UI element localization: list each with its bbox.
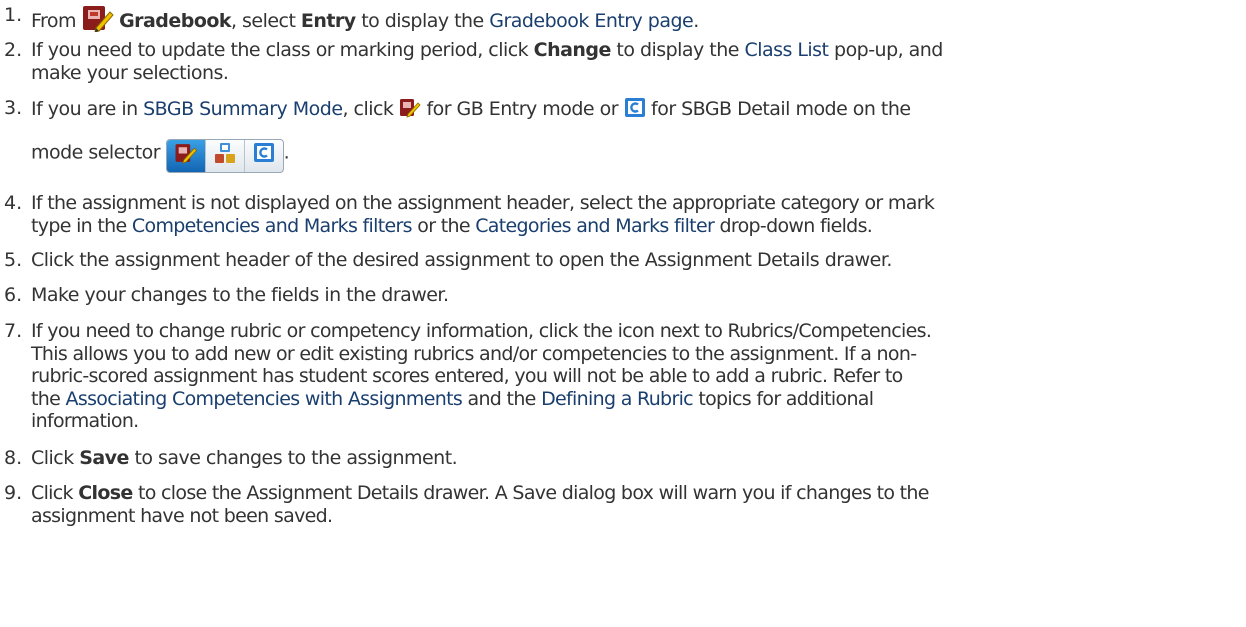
mode-selector — [165, 138, 284, 173]
step-text: If you are in — [31, 98, 138, 120]
step-5: 5. Click the assignment header of the de… — [0, 249, 1240, 272]
step-text: pop-up, and — [834, 39, 943, 61]
gb-entry-mode-icon — [174, 142, 198, 170]
step-8: 8. Click Save to save changes to the ass… — [0, 447, 1240, 470]
step-text: , select — [231, 10, 296, 32]
sbgb-detail-mode-icon — [253, 142, 275, 169]
gb-entry-mode-icon — [399, 97, 421, 118]
step-text: If the assignment is not displayed on th… — [31, 192, 935, 214]
step-text: make your selections. — [31, 61, 229, 84]
step-text: Click — [31, 447, 74, 469]
step-text: information. — [31, 410, 139, 432]
close-label: Close — [78, 482, 133, 504]
step-number: 2. — [4, 39, 23, 61]
step-text: the — [31, 387, 61, 410]
categories-and-marks-filter-link[interactable]: Categories and Marks filter — [475, 215, 715, 237]
step-text: , click — [342, 98, 394, 120]
step-text: Make your changes to the fields in the d… — [31, 284, 449, 306]
step-text: and the — [467, 387, 536, 410]
entry-label: Entry — [300, 10, 356, 32]
step-number: 6. — [4, 284, 23, 306]
defining-a-rubric-link[interactable]: Defining a Rubric — [541, 388, 694, 410]
step-text: Click — [31, 482, 74, 504]
gradebook-entry-page-link[interactable]: Gradebook Entry page — [489, 10, 693, 32]
step-text: If you need to change rubric or competen… — [31, 320, 932, 342]
sbgb-summary-mode-link[interactable]: SBGB Summary Mode — [143, 98, 343, 120]
step-text: Click the assignment header of the desir… — [31, 249, 892, 271]
step-number: 4. — [4, 192, 23, 214]
step-text: mode selector — [31, 140, 161, 163]
step-number: 8. — [4, 447, 23, 469]
step-text: to save changes to the assignment. — [134, 447, 458, 469]
step-number: 7. — [4, 320, 23, 342]
step-text: assignment have not been saved. — [31, 504, 333, 527]
step-text: type in the — [31, 214, 127, 237]
step-2: 2. If you need to update the class or ma… — [0, 39, 1240, 84]
step-6: 6. Make your changes to the fields in th… — [0, 284, 1240, 307]
step-text: This allows you to add new or edit exist… — [31, 342, 917, 365]
step-number: 9. — [4, 482, 23, 504]
step-9: 9. Click Close to close the Assignment D… — [0, 482, 1240, 527]
gb-entry-mode-button[interactable] — [166, 139, 206, 172]
change-label: Change — [533, 39, 612, 61]
step-text: rubric-scored assignment has student sco… — [31, 365, 903, 387]
step-7: 7. If you need to change rubric or compe… — [0, 320, 1240, 433]
step-text: If you need to update the class or marki… — [31, 39, 529, 61]
step-1: 1. From Gradebook, select Entry to displ… — [0, 4, 1240, 33]
step-text: or the — [417, 214, 470, 237]
step-text: From — [31, 10, 77, 32]
step-text: . — [693, 10, 699, 32]
step-text: drop-down fields. — [719, 214, 873, 237]
sbgb-summary-mode-button[interactable] — [206, 139, 245, 172]
procedure-document: 1. From Gradebook, select Entry to displ… — [0, 0, 1246, 627]
gradebook-icon — [82, 4, 114, 32]
step-3: 3. If you are in SBGB Summary Mode, clic… — [0, 97, 1240, 173]
step-number: 5. — [4, 249, 23, 271]
step-text: to close the Assignment Details drawer. … — [137, 482, 930, 504]
gradebook-label: Gradebook — [119, 10, 231, 32]
step-number: 1. — [4, 4, 23, 26]
step-text: to display the — [361, 10, 484, 32]
step-text: for SBGB Detail mode on the — [651, 98, 911, 120]
class-list-link[interactable]: Class List — [744, 39, 829, 61]
step-text: topics for additional — [698, 387, 874, 410]
associating-competencies-link[interactable]: Associating Competencies with Assignment… — [66, 388, 463, 410]
competencies-and-marks-filters-link[interactable]: Competencies and Marks filters — [132, 215, 413, 237]
step-4: 4. If the assignment is not displayed on… — [0, 192, 1240, 237]
step-text: to display the — [616, 39, 739, 61]
save-label: Save — [79, 447, 129, 469]
sbgb-detail-mode-button[interactable] — [245, 140, 283, 172]
step-text: . — [283, 140, 290, 163]
step-number: 3. — [4, 97, 23, 119]
sbgb-summary-mode-icon — [214, 142, 236, 170]
step-text: for GB Entry mode or — [426, 98, 618, 120]
sbgb-detail-mode-icon — [624, 97, 646, 118]
